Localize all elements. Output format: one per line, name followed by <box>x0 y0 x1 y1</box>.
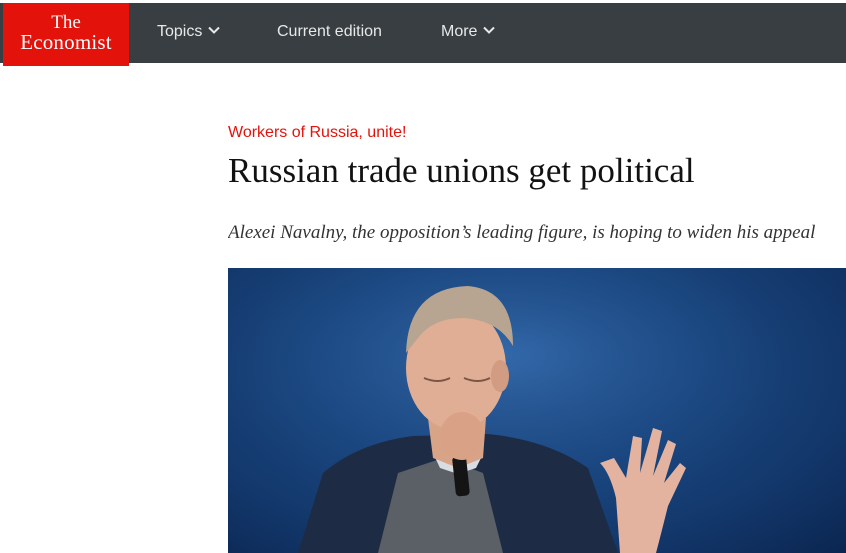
article-hero-image <box>228 268 846 553</box>
nav-more[interactable]: More <box>441 1 496 63</box>
top-navigation-bar: The Economist Topics Current edition Mor… <box>0 0 846 66</box>
nav-current-edition[interactable]: Current edition <box>277 3 382 63</box>
nav-topics-label: Topics <box>157 23 203 40</box>
article-flytitle: Workers of Russia, unite! <box>228 124 407 141</box>
chevron-down-icon <box>483 1 496 59</box>
article-rubric: Alexei Navalny, the opposition’s leading… <box>228 222 816 243</box>
nav-more-label: More <box>441 23 478 40</box>
economist-logo[interactable]: The Economist <box>3 3 129 66</box>
chevron-down-icon <box>208 1 221 59</box>
hero-photo-illustration <box>228 268 846 553</box>
logo-line-economist: Economist <box>20 30 112 54</box>
nav-topics[interactable]: Topics <box>157 1 221 63</box>
nav-current-edition-label: Current edition <box>277 23 382 40</box>
article-headline: Russian trade unions get political <box>228 151 695 190</box>
